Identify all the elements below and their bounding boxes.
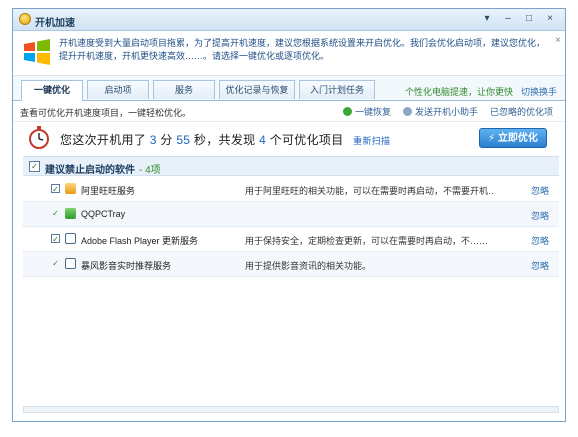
ignore-link[interactable]: 忽略 xyxy=(531,259,549,272)
item-name: Adobe Flash Player 更新服务 xyxy=(81,236,199,246)
windows-logo-icon xyxy=(24,39,50,65)
window-icon xyxy=(65,233,76,244)
gear-icon xyxy=(402,107,412,116)
app-window: 开机加速 ▾ – □ × 开机速度受到大量启动项目拖累，为了提高开机速度，建议您… xyxy=(12,8,566,422)
summary-suffix: 个可优化项目 xyxy=(269,133,344,147)
item-description: 用于保持安全，定期检查更新，可以在需要时再启动，不…… xyxy=(245,236,489,246)
window-icon xyxy=(65,258,76,269)
summary-prefix: 您这次开机用了 xyxy=(60,133,147,147)
list-item[interactable]: ✓ 暴风影音实时推荐服务 用于提供影音资讯的相关功能。 忽略 xyxy=(23,252,559,277)
ignore-link[interactable]: 忽略 xyxy=(531,234,549,247)
restore-icon xyxy=(342,107,352,116)
personalize-speedup-link[interactable]: 个性化电脑提速，让你更快 xyxy=(405,85,513,98)
info-banner: 开机速度受到大量启动项目拖累，为了提高开机速度，建议您根据系统设置来开启优化。我… xyxy=(13,31,565,76)
ignore-link[interactable]: 忽略 xyxy=(531,209,549,222)
item-checkbox[interactable]: ✓ xyxy=(51,234,60,244)
group-title: 建议禁止启动的软件 - 4项 xyxy=(45,161,161,176)
tab-history-restore[interactable]: 优化记录与恢复 xyxy=(219,80,295,99)
item-description: 用于阿里旺旺的相关功能，可以在需要时再启动，不需要开机…… xyxy=(245,186,495,196)
boot-minutes: 3 xyxy=(149,133,157,147)
lightning-icon: ⚡ xyxy=(488,133,496,144)
send-helper-button[interactable]: 发送开机小助手 xyxy=(402,105,478,118)
scan-summary: 您这次开机用了 3 分 55 秒，共发现 4 个可优化项目 重新扫描 ⚡ 立即优… xyxy=(13,122,565,152)
banner-message: 开机速度受到大量启动项目拖累，为了提高开机速度，建议您根据系统设置来开启优化。我… xyxy=(59,38,546,61)
group-header[interactable]: ✓ 建议禁止启动的软件 - 4项 xyxy=(23,156,559,176)
qq-shield-icon xyxy=(65,208,76,219)
item-name: 阿里旺旺服务 xyxy=(81,186,136,196)
stopwatch-icon xyxy=(29,126,49,149)
switch-link[interactable]: 切换换手 xyxy=(521,85,557,98)
app-logo-icon xyxy=(19,13,31,25)
list-item[interactable]: ✓ QQPCTray 忽略 xyxy=(23,202,559,227)
list-item[interactable]: ✓ 阿里旺旺服务 用于阿里旺旺的相关功能，可以在需要时再启动，不需要开机…… 忽… xyxy=(23,177,559,202)
horizontal-scrollbar[interactable] xyxy=(23,406,559,413)
window-title: 开机加速 xyxy=(35,18,75,29)
list-item[interactable]: ✓ Adobe Flash Player 更新服务 用于保持安全，定期检查更新，… xyxy=(23,227,559,252)
toolbar: 查看可优化开机速度项目，一键轻松优化。 一键恢复 发送开机小助手 已忽略的优化项 xyxy=(13,101,565,122)
group-checkbox[interactable]: ✓ xyxy=(29,161,40,172)
rescan-link[interactable]: 重新扫描 xyxy=(353,136,390,146)
startup-item-list: ✓ 阿里旺旺服务 用于阿里旺旺的相关功能，可以在需要时再启动，不需要开机…… 忽… xyxy=(23,177,559,277)
title-bar: 开机加速 ▾ – □ × xyxy=(13,9,565,31)
banner-close-icon[interactable]: × xyxy=(555,35,561,46)
close-button[interactable]: × xyxy=(541,12,559,26)
send-helper-label: 发送开机小助手 xyxy=(414,107,478,117)
minimize-button[interactable]: – xyxy=(499,12,517,26)
window-controls: ▾ – □ × xyxy=(478,12,559,26)
menu-dropdown-button[interactable]: ▾ xyxy=(478,12,496,26)
tab-services[interactable]: 服务 xyxy=(153,80,215,99)
group-title-text: 建议禁止启动的软件 xyxy=(45,165,135,176)
minutes-unit: 分 xyxy=(160,133,173,147)
restore-all-button[interactable]: 一键恢复 xyxy=(342,105,391,118)
optimize-now-button[interactable]: ⚡ 立即优化 xyxy=(479,128,547,148)
tab-scheduled-tasks[interactable]: 入门计划任务 xyxy=(299,80,375,99)
maximize-button[interactable]: □ xyxy=(520,12,538,26)
toolbar-actions: 一键恢复 发送开机小助手 已忽略的优化项 xyxy=(342,105,553,118)
item-name: QQPCTray xyxy=(81,209,126,219)
boot-seconds: 55 xyxy=(176,133,191,147)
tab-bar: 一键优化 启动项 服务 优化记录与恢复 入门计划任务 个性化电脑提速，让你更快 … xyxy=(13,76,565,101)
group-count: - 4项 xyxy=(139,165,161,176)
tab-startup-items[interactable]: 启动项 xyxy=(87,80,149,99)
item-checkbox[interactable]: ✓ xyxy=(51,184,60,194)
ignored-items-link[interactable]: 已忽略的优化项 xyxy=(490,105,553,118)
ignore-link[interactable]: 忽略 xyxy=(531,184,549,197)
item-checkbox[interactable]: ✓ xyxy=(51,209,60,218)
tab-one-click-optimize[interactable]: 一键优化 xyxy=(21,80,83,101)
optimize-now-label: 立即优化 xyxy=(497,133,538,144)
seconds-unit: 秒，共发现 xyxy=(193,133,256,147)
item-description: 用于提供影音资讯的相关功能。 xyxy=(245,261,372,271)
item-checkbox[interactable]: ✓ xyxy=(51,259,60,268)
summary-text: 您这次开机用了 3 分 55 秒，共发现 4 个可优化项目 重新扫描 xyxy=(60,131,390,148)
tab-links: 个性化电脑提速，让你更快 切换换手 xyxy=(405,85,557,98)
toolbar-description: 查看可优化开机速度项目，一键轻松优化。 xyxy=(20,108,192,118)
package-icon xyxy=(65,183,76,194)
item-name: 暴风影音实时推荐服务 xyxy=(81,261,172,271)
optimizable-count: 4 xyxy=(259,133,267,147)
restore-all-label: 一键恢复 xyxy=(354,107,391,117)
